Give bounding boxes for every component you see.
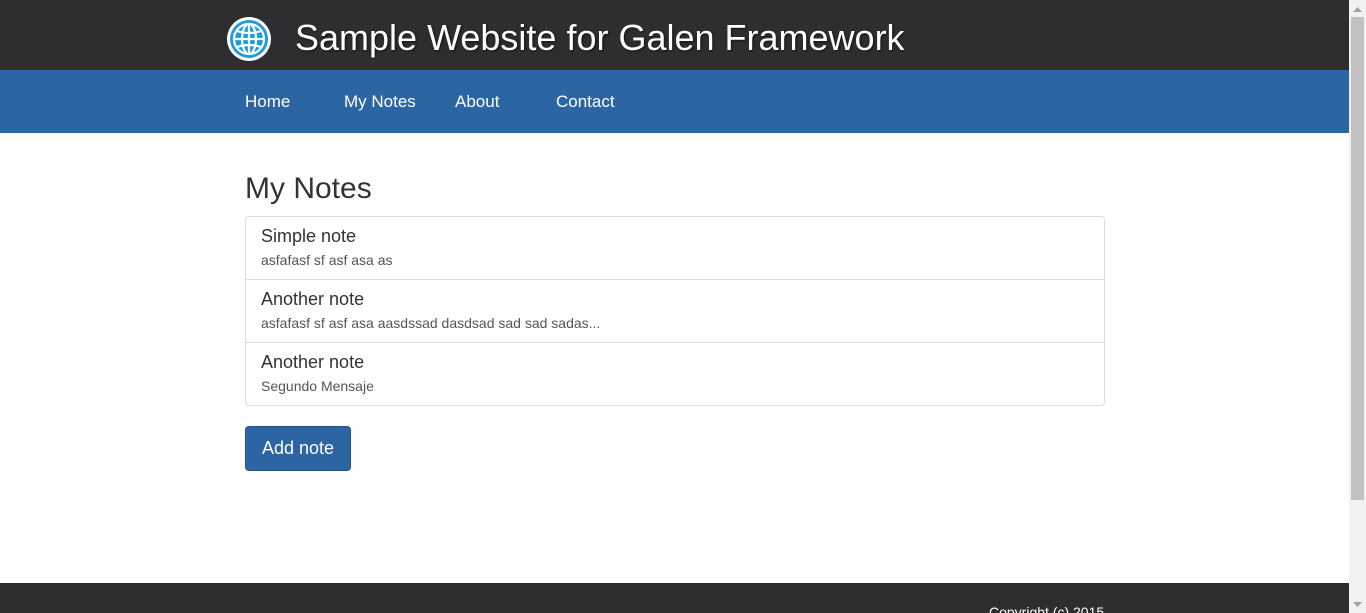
nav-item-my-notes[interactable]: My Notes [344,92,416,112]
scroll-down-arrow-icon[interactable] [1349,596,1366,613]
note-title: Another note [261,289,365,309]
site-title: Sample Website for Galen Framework [295,17,905,58]
page-viewport: Sample Website for Galen Framework Home … [0,0,1349,613]
nav-item-home[interactable]: Home [245,92,290,112]
copyright-text: Copyright (c) 2015 [989,604,1105,613]
note-item[interactable]: Simple note asfafasf sf asf asa as [246,217,1104,280]
note-item[interactable]: Another note Segundo Mensaje [246,342,1104,405]
main-navbar: Home My Notes About Contact [0,70,1349,133]
nav-item-about[interactable]: About [455,92,499,112]
scrollbar-thumb[interactable] [1351,17,1364,500]
site-header: Sample Website for Galen Framework [0,0,1349,70]
site-footer: Copyright (c) 2015 [0,583,1349,613]
scroll-up-arrow-icon[interactable] [1349,0,1366,17]
note-text: Segundo Mensaje [261,378,374,394]
add-note-button[interactable]: Add note [245,426,351,471]
note-title: Another note [261,352,365,372]
vertical-scrollbar[interactable] [1349,0,1366,613]
page-title: My Notes [245,172,372,205]
note-text: asfafasf sf asf asa aasdssad dasdsad sad… [261,315,601,331]
notes-list: Simple note asfafasf sf asf asa as Anoth… [245,216,1105,406]
note-item[interactable]: Another note asfafasf sf asf asa aasdssa… [246,279,1104,342]
globe-icon[interactable] [226,16,272,62]
note-text: asfafasf sf asf asa as [261,252,393,268]
note-title: Simple note [261,226,357,246]
nav-item-contact[interactable]: Contact [556,92,615,112]
